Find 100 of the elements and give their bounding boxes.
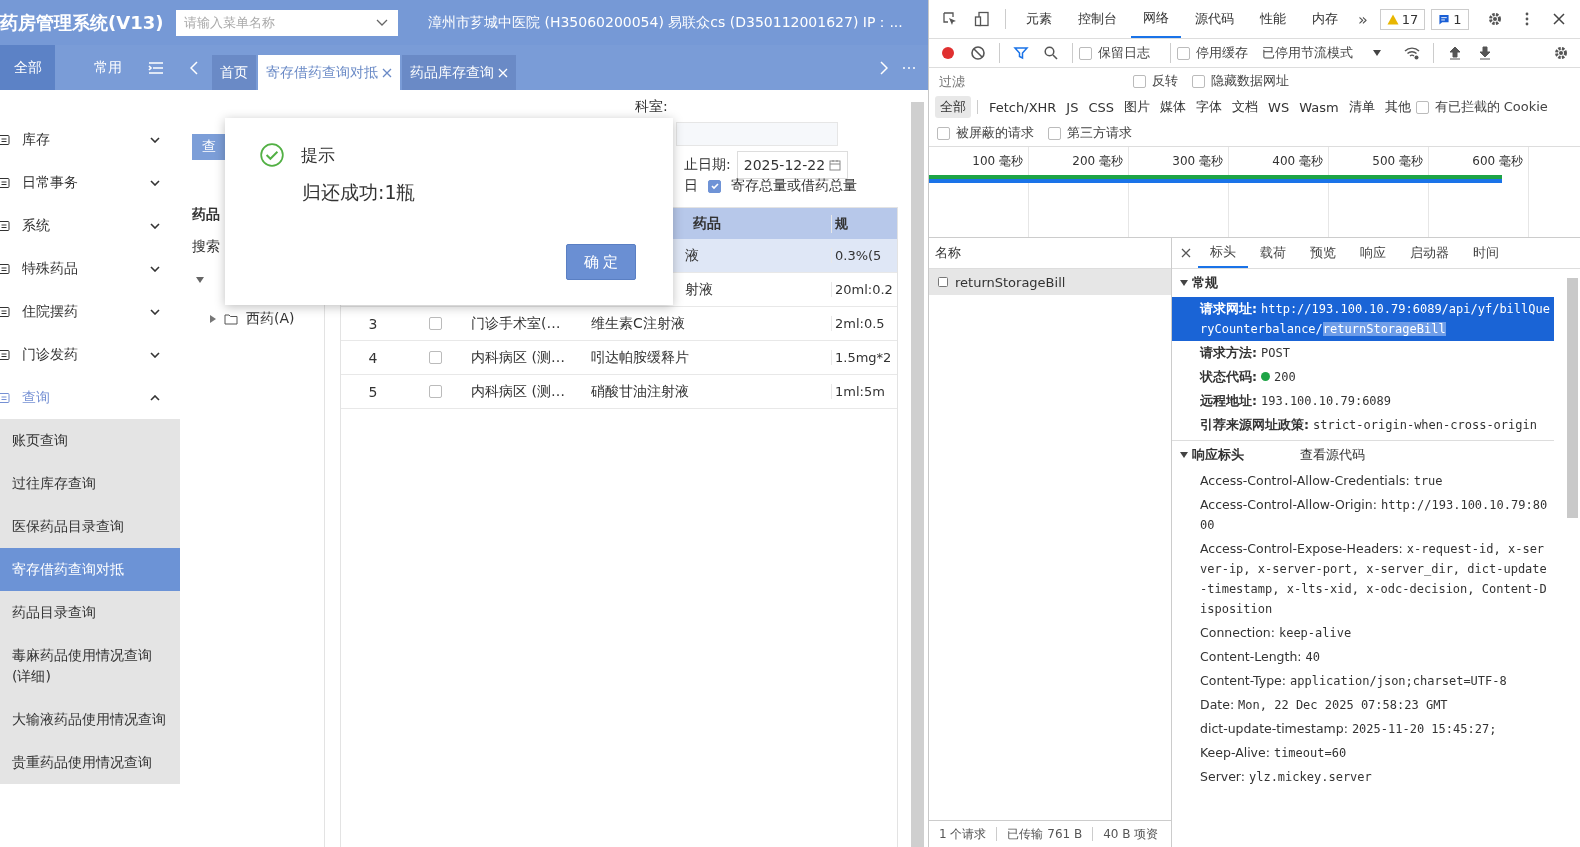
request-row[interactable]: returnStorageBill xyxy=(929,269,1171,295)
inspect-icon[interactable] xyxy=(942,11,958,27)
sidebar-submenu-item[interactable]: 贵重药品使用情况查询 xyxy=(0,741,180,784)
sidebar-menu-item[interactable]: 门诊发药 xyxy=(0,333,180,376)
devtools-tab[interactable]: 元素 xyxy=(1014,0,1064,38)
checkbox[interactable] xyxy=(1048,126,1061,140)
checkbox[interactable] xyxy=(937,126,950,140)
expand-icon[interactable] xyxy=(196,277,204,283)
sidebar-submenu-item[interactable]: 毒麻药品使用情况查询(详细) xyxy=(0,634,180,698)
hospital-info: 漳州市芗城中医院 (H35060200054) 易联众cs (D350112001627) IP：... xyxy=(428,13,903,32)
messages-badge[interactable]: 1 xyxy=(1431,8,1469,30)
menu-item-icon xyxy=(0,391,10,404)
detail-tab[interactable]: 预览 xyxy=(1298,238,1348,268)
checkbox[interactable] xyxy=(708,179,721,193)
date-field[interactable]: 2025-12-22 xyxy=(736,151,849,179)
table-row[interactable]: 3 门诊手术室(… 维生素C注射液 2ml:0.5 xyxy=(341,307,897,341)
section-header[interactable]: 响应标头 xyxy=(1172,441,1244,469)
detail-tab[interactable]: 标头 xyxy=(1198,238,1248,268)
checkbox-label: 隐藏数据网址 xyxy=(1211,72,1289,90)
type-filter-button[interactable]: Wasm xyxy=(1294,97,1344,117)
detail-tab[interactable]: 响应 xyxy=(1348,238,1398,268)
upload-icon[interactable] xyxy=(1447,45,1463,61)
detail-tab[interactable]: 启动器 xyxy=(1398,238,1461,268)
sidebar-menu-item[interactable]: 特殊药品 xyxy=(0,247,180,290)
scrollbar[interactable] xyxy=(911,102,924,847)
checkbox[interactable] xyxy=(428,385,442,398)
tree-node[interactable]: 西药(A) xyxy=(192,310,324,328)
devtools-tab[interactable]: 内存 xyxy=(1300,0,1350,38)
type-filter-button[interactable]: 图片 xyxy=(1119,96,1156,118)
close-icon[interactable] xyxy=(1551,11,1567,27)
timeline-tick-label: 100 毫秒 xyxy=(971,152,1024,170)
status-text: 已传输 761 B xyxy=(1007,825,1083,843)
checkbox[interactable] xyxy=(1177,46,1190,60)
devtools-tab[interactable]: 控制台 xyxy=(1066,0,1129,38)
table-cell: 液 xyxy=(685,246,699,263)
timeline-tick-label: 300 毫秒 xyxy=(1171,152,1224,170)
settings-icon[interactable] xyxy=(1553,45,1569,61)
checkbox-label: 第三方请求 xyxy=(1067,124,1132,142)
filter-icon[interactable] xyxy=(1013,45,1029,61)
checkbox[interactable] xyxy=(428,317,442,330)
more-tabs-button[interactable]: » xyxy=(1352,9,1374,29)
chevron-left-icon[interactable] xyxy=(190,60,198,75)
more-icon[interactable] xyxy=(902,65,916,70)
type-filter-button[interactable]: Fetch/XHR xyxy=(984,97,1062,117)
type-filter-button[interactable]: WS xyxy=(1263,97,1295,117)
checkbox[interactable] xyxy=(428,351,442,364)
devtools-tab[interactable]: 性能 xyxy=(1248,0,1298,38)
type-filter-button[interactable]: 媒体 xyxy=(1155,96,1192,118)
sidebar-submenu-item[interactable]: 过往库存查询 xyxy=(0,462,180,505)
detail-tab[interactable]: 载荷 xyxy=(1248,238,1298,268)
menu-search-field[interactable]: 请输入菜单名称 xyxy=(176,9,398,36)
department-label: 科室: xyxy=(635,98,668,114)
sidebar-submenu-item[interactable]: 账页查询 xyxy=(0,419,180,462)
sidebar-menu-item[interactable]: 库存 xyxy=(0,118,180,161)
table-row[interactable]: 5 内科病区 (测… 硝酸甘油注射液 1ml:5m xyxy=(341,375,897,409)
checkbox[interactable] xyxy=(1192,74,1205,88)
download-icon[interactable] xyxy=(1477,45,1493,61)
sidebar-menu-item[interactable]: 住院摆药 xyxy=(0,290,180,333)
devtools-tab[interactable]: 源代码 xyxy=(1183,0,1246,38)
checkbox[interactable] xyxy=(1133,74,1146,88)
type-filter-button[interactable]: JS xyxy=(1061,97,1084,117)
table-row[interactable]: 4 内科病区 (测… 吲达帕胺缓释片 1.5mg*2 xyxy=(341,341,897,375)
detail-tab[interactable]: 时间 xyxy=(1461,238,1511,268)
throttling-dropdown[interactable]: 已停用节流模式 xyxy=(1262,44,1381,62)
sidebar-submenu-item[interactable]: 大输液药品使用情况查询 xyxy=(0,698,180,741)
settings-icon[interactable] xyxy=(1487,11,1503,27)
type-filter-button[interactable]: 清单 xyxy=(1343,96,1380,118)
device-toolbar-icon[interactable] xyxy=(974,11,990,27)
search-icon[interactable] xyxy=(1043,45,1059,61)
header-row-text: Content-Length: 40 xyxy=(1199,648,1321,666)
sidebar-menu-item[interactable]: 系统 xyxy=(0,204,180,247)
close-icon[interactable] xyxy=(1181,248,1191,258)
devtools-tab[interactable]: 网络 xyxy=(1131,0,1181,38)
type-filter-button[interactable]: 字体 xyxy=(1191,96,1228,118)
department-field[interactable] xyxy=(676,122,838,146)
sidebar-tab[interactable]: 全部 xyxy=(0,45,55,90)
checkbox[interactable] xyxy=(1079,46,1092,60)
header-row-text: Date: Mon, 22 Dec 2025 07:58:23 GMT xyxy=(1199,696,1449,714)
scrollbar[interactable] xyxy=(1567,278,1578,518)
section-header[interactable]: 常规 xyxy=(1172,269,1554,297)
warnings-badge[interactable]: 17 xyxy=(1379,8,1426,30)
record-icon[interactable] xyxy=(940,45,956,61)
table-cell-text: 硝酸甘油注射液 xyxy=(590,382,690,401)
type-filter-button[interactable]: 文档 xyxy=(1227,96,1264,118)
header-row-text: dict-update-timestamp: 2025-11-20 15:45:27; xyxy=(1199,720,1498,738)
type-filter-button[interactable]: CSS xyxy=(1083,97,1120,117)
clear-icon[interactable] xyxy=(970,45,986,61)
sidebar-submenu-item[interactable]: 药品目录查询 xyxy=(0,591,180,634)
page-tab[interactable]: 寄存借药查询对抵 xyxy=(258,55,400,90)
menu-icon[interactable] xyxy=(148,60,164,75)
type-filter-button[interactable]: 其他 xyxy=(1379,96,1416,118)
type-filter-button[interactable]: 全部 xyxy=(935,96,971,118)
checkbox-label: 寄存总量或借药总量 xyxy=(731,177,857,195)
sidebar-menu-item[interactable]: 日常事务 xyxy=(0,161,180,204)
collapse-arrow-icon xyxy=(210,315,216,323)
sidebar-submenu-item[interactable]: 医保药品目录查询 xyxy=(0,505,180,548)
checkbox[interactable] xyxy=(1415,100,1429,114)
view-source-link[interactable]: 查看源代码 xyxy=(1300,446,1365,464)
wifi-settings-icon[interactable] xyxy=(1404,45,1420,61)
chevron-right-icon[interactable] xyxy=(880,60,888,75)
